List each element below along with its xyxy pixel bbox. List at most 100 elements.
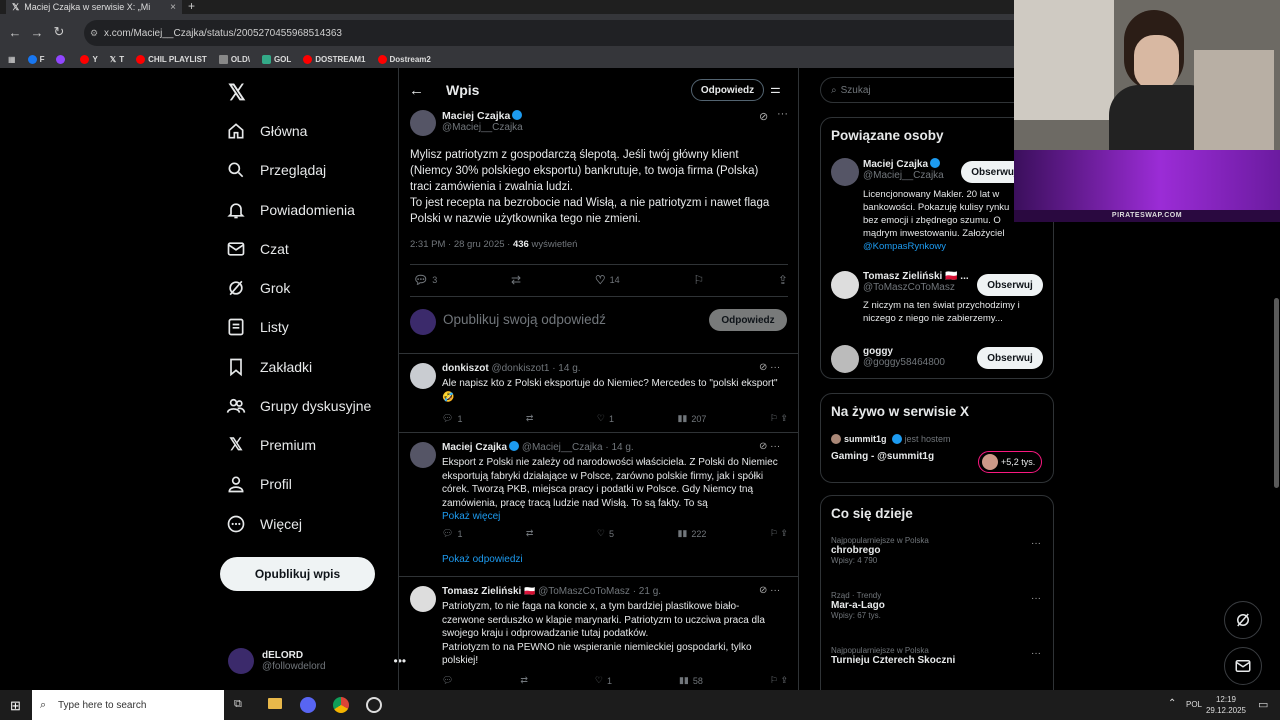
show-more-link[interactable]: Pokaż więcej [442,510,778,524]
live-title-text[interactable]: Gaming - @summit1g [831,451,934,462]
bookmark-5[interactable]: CHIL PLAYLIST [136,54,207,64]
reply-input[interactable]: Opublikuj swoją odpowiedź [443,312,606,327]
close-tab-icon[interactable]: × [170,2,176,13]
like-action[interactable]: ♡ 14 [595,273,620,287]
reply-item[interactable]: Maciej Czajka @Maciej__Czajka · 14 g. ⊘ … [399,432,799,565]
sidebar-item-communities[interactable]: Grupy dyskusyjne [226,396,371,416]
repost-action[interactable]: ⇄ [520,675,528,686]
post-time[interactable]: 2:31 PM · 28 gru 2025 · [410,239,510,250]
sidebar-item-premium[interactable]: 𝕏 Premium [226,435,316,455]
sidebar-item-notifications[interactable]: Powiadomienia [226,200,355,220]
app-icon[interactable] [366,697,382,713]
more-icon[interactable]: ··· [1031,593,1041,604]
new-tab-icon[interactable]: + [188,0,195,13]
author-name[interactable]: Maciej Czajka [442,442,507,453]
follow-button[interactable]: Obserwuj [977,347,1043,369]
reply-header-button[interactable]: Odpowiedz [691,79,764,101]
bookmark-8[interactable]: Dostream2 [377,54,431,64]
avatar[interactable] [831,271,859,299]
bookmark-action[interactable]: ⚐ ⇪ [770,675,788,686]
reply-action[interactable]: 💬︎ 1 [442,413,462,424]
chrome-icon[interactable] [333,697,349,713]
bookmark-6[interactable]: GOL [261,54,291,64]
bookmark-1[interactable]: F [27,54,44,64]
more-icon[interactable]: ⊘ ··· [759,362,780,373]
taskbar-search[interactable]: ⌕ Type here to search [32,690,224,720]
follow-button[interactable]: Obserwuj [977,274,1043,296]
bookmark-action[interactable]: ⚐ ⇪ [770,528,788,539]
author-name[interactable]: Maciej Czajka [442,110,510,122]
views-action[interactable]: ▮▮ 207 [677,413,706,424]
clock[interactable]: 12:19 29.12.2025 [1204,694,1248,716]
like-action[interactable]: ♡ 1 [597,413,614,424]
avatar[interactable] [831,158,859,186]
reload-icon[interactable]: ↻ [48,24,70,40]
person-card[interactable]: goggy @goggy58464800 [863,346,945,368]
trend-item[interactable]: Rząd · Trendy Mar-a-Lago Wpisy: 67 tys. [831,591,885,620]
back-arrow-icon[interactable]: ← [409,82,424,99]
views-action[interactable]: ▮▮ 222 [677,528,706,539]
reply-action[interactable]: 💬︎ [442,675,453,686]
show-replies-link[interactable]: Pokaż odpowiedzi [442,554,523,565]
author-name[interactable]: Tomasz Zieliński [442,586,521,597]
windows-start-icon[interactable]: ⊞ [10,698,21,714]
more-icon[interactable]: ⊘ ··· [759,585,780,596]
sliders-icon[interactable]: ⚌ [770,82,781,96]
live-listeners-badge[interactable]: +5,2 tys. [978,451,1042,473]
avatar[interactable] [410,110,436,136]
sidebar-item-grok[interactable]: Grok [226,278,290,298]
more-icon[interactable]: ··· [1031,538,1041,549]
more-icon[interactable]: ··· [777,108,788,120]
like-action[interactable]: ♡ 5 [597,528,614,539]
repost-action[interactable]: ⇄ [526,528,534,539]
x-logo-icon[interactable]: 𝕏 [228,80,246,106]
grok-icon[interactable]: ⊘ [759,110,768,123]
bookmark-7[interactable]: DOSTREAM1 [303,54,366,64]
bio-link[interactable]: @KompasRynkowy [863,240,1009,253]
trend-item[interactable]: Najpopularniejsze w Polska Turnieju Czte… [831,646,955,666]
sidebar-item-explore[interactable]: Przeglądaj [226,160,326,180]
bookmark-4[interactable]: 𝕏T [110,55,124,64]
reply-submit-button[interactable]: Odpowiedz [709,309,787,331]
bookmark-2[interactable] [56,54,68,64]
more-icon[interactable]: ⊘ ··· [759,441,780,452]
reply-action[interactable]: 💬︎ 1 [442,528,462,539]
sidebar-item-home[interactable]: Główna [226,121,307,141]
site-info-icon[interactable]: ⚙ [90,28,98,39]
trend-item[interactable]: Najpopularniejsze w Polska chrobrego Wpi… [831,536,929,565]
tray-chevron-icon[interactable]: ⌃ [1168,698,1176,709]
bookmark-folder[interactable]: OLD\ [218,54,250,64]
app-icon[interactable] [300,697,316,713]
share-action[interactable]: ⇪ [778,273,788,287]
sidebar-item-lists[interactable]: Listy [226,317,289,337]
notifications-icon[interactable]: ▭ [1258,698,1268,711]
account-switcher[interactable]: dELORD @followdelord ••• [228,648,406,674]
sidebar-item-bookmarks[interactable]: Zakładki [226,357,312,377]
views-action[interactable]: ▮▮ 58 [679,675,703,686]
sidebar-item-profile[interactable]: Profil [226,474,292,494]
bookmark-action[interactable]: ⚐ [693,273,704,287]
reply-item[interactable]: Tomasz Zieliński 🇵🇱 @ToMaszCoToMasz · 21… [399,576,799,690]
repost-action[interactable]: ⇄ [526,413,534,424]
like-action[interactable]: ♡ 1 [595,675,612,686]
messages-fab[interactable] [1224,647,1262,685]
sidebar-item-more[interactable]: Więcej [226,514,302,534]
sidebar-item-chat[interactable]: Czat [226,239,289,259]
live-host[interactable]: summit1g jest hostem [831,434,951,444]
reply-action[interactable]: 💬︎ 3 [413,273,437,287]
bookmark-3[interactable]: Y [80,54,98,64]
task-view-icon[interactable]: ⧉ [234,698,242,711]
author-handle[interactable]: @Maciej__Czajka [442,122,523,133]
back-icon[interactable]: ← [4,25,26,40]
forward-icon[interactable]: → [26,25,48,40]
bookmark-action[interactable]: ⚐ ⇪ [770,413,788,424]
scrollbar[interactable] [1274,298,1279,488]
post-button[interactable]: Opublikuj wpis [220,557,375,591]
reply-item[interactable]: donkiszot @donkiszot1 · 14 g. ⊘ ··· Ale … [399,353,799,433]
browser-tab[interactable]: 𝕏 Maciej Czajka w serwisie X: „Mi × [6,0,182,14]
author-name[interactable]: donkiszot [442,363,489,374]
avatar[interactable] [831,345,859,373]
file-explorer-icon[interactable] [268,698,282,709]
apps-icon[interactable]: ▦ [8,55,16,64]
grok-fab[interactable] [1224,601,1262,639]
